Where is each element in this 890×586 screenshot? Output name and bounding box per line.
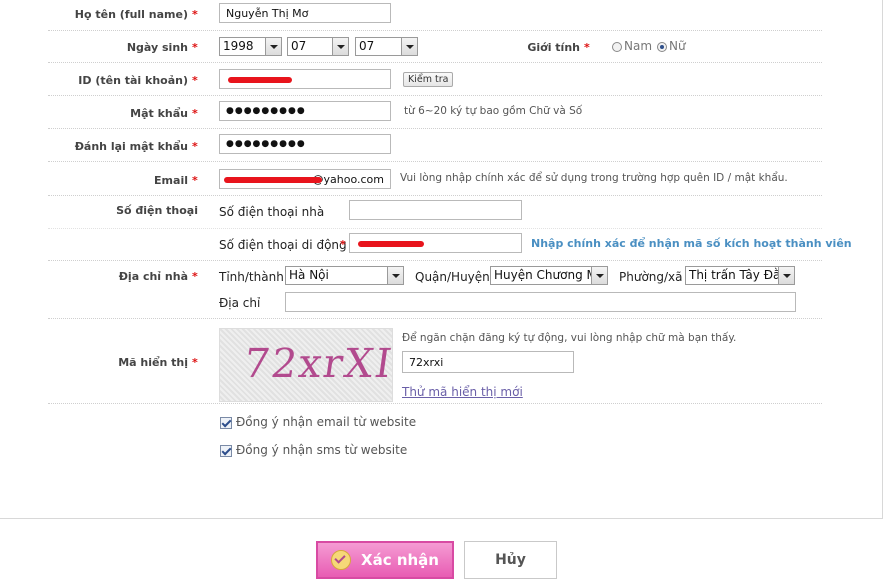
confirm-button[interactable]: Xác nhận	[316, 541, 454, 579]
captcha-hint: Để ngăn chặn đăng ký tự động, vui lòng n…	[402, 332, 737, 344]
confirm-button-label: Xác nhận	[361, 551, 439, 569]
check-id-button[interactable]: Kiểm tra	[403, 72, 454, 87]
street-address-input[interactable]	[285, 292, 796, 312]
birth-month-value: 07	[291, 39, 307, 53]
street-label: Địa chỉ	[219, 296, 261, 310]
consent-email-label: Đồng ý nhận email từ website	[236, 415, 417, 429]
password-hint: từ 6~20 ký tự bao gồm Chữ và Số	[404, 105, 583, 117]
district-value: Huyện Chương Mỹ	[494, 268, 604, 282]
home-phone-label: Số điện thoại nhà	[219, 205, 325, 219]
registration-form: Họ tên (full name) * Nguyễn Thị Mơ Ngày …	[0, 0, 883, 519]
password-confirm-input[interactable]: ●●●●●●●●●	[219, 134, 391, 154]
phone-label: Số điện thoại	[116, 204, 198, 217]
email-required-mark: *	[192, 174, 198, 187]
gender-female-label: Nữ	[669, 39, 686, 53]
birthday-required-mark: *	[192, 41, 198, 54]
gender-male-radio[interactable]	[612, 42, 622, 52]
password-confirm-label: Đánh lại mật khẩu	[74, 140, 188, 153]
email-hint: Vui lòng nhập chính xác để sử dụng trong…	[400, 172, 788, 184]
mobile-phone-label: Số điện thoại di động	[219, 238, 347, 252]
gender-label: Giới tính	[527, 41, 580, 54]
birth-day-select[interactable]: 07	[355, 37, 418, 56]
birth-year-value: 1998	[223, 39, 254, 53]
chevron-down-icon	[591, 267, 607, 284]
chevron-down-icon	[332, 38, 348, 55]
province-select[interactable]: Hà Nội	[285, 266, 404, 285]
chevron-down-icon	[387, 267, 403, 284]
gender-male-label: Nam	[624, 39, 653, 53]
redaction-mark	[358, 241, 424, 247]
chevron-down-icon	[265, 38, 281, 55]
chevron-down-icon	[401, 38, 417, 55]
account-id-label: ID (tên tài khoản)	[78, 74, 188, 87]
redaction-mark	[224, 177, 322, 183]
password-confirm-required-mark: *	[192, 140, 198, 153]
email-label: Email	[154, 174, 188, 187]
district-select[interactable]: Huyện Chương Mỹ	[490, 266, 608, 285]
divider	[48, 228, 822, 229]
password-label: Mật khẩu	[130, 107, 188, 120]
captcha-label: Mã hiển thị	[118, 356, 188, 369]
gender-required-mark: *	[584, 41, 590, 54]
mobile-phone-hint: Nhập chính xác để nhận mã số kích hoạt t…	[531, 237, 852, 250]
chevron-down-icon	[778, 267, 794, 284]
password-required-mark: *	[192, 107, 198, 120]
account-id-required-mark: *	[192, 74, 198, 87]
password-input[interactable]: ●●●●●●●●●	[219, 101, 391, 121]
address-label: Địa chỉ nhà	[118, 270, 188, 283]
consent-sms-checkbox[interactable]	[220, 445, 232, 457]
check-circle-icon	[331, 550, 352, 570]
ward-select[interactable]: Thị trấn Tây Đằng	[685, 266, 795, 285]
consent-email-checkbox[interactable]	[220, 417, 232, 429]
ward-label: Phường/xã	[619, 270, 683, 284]
redaction-mark	[228, 77, 292, 83]
province-label: Tỉnh/thành	[219, 270, 284, 284]
birth-day-value: 07	[359, 39, 375, 53]
captcha-image: 72xrXI	[219, 328, 393, 402]
gender-female-radio[interactable]	[657, 42, 667, 52]
captcha-image-text: 72xrXI	[240, 341, 393, 387]
fullname-required-mark: *	[192, 8, 198, 21]
birthday-label: Ngày sinh	[126, 41, 188, 54]
cancel-button-label: Hủy	[495, 552, 526, 568]
fullname-input[interactable]: Nguyễn Thị Mơ	[219, 3, 391, 23]
birth-month-select[interactable]: 07	[287, 37, 349, 56]
birth-year-select[interactable]: 1998	[219, 37, 282, 56]
captcha-input[interactable]: 72xrxi	[402, 351, 574, 373]
district-label: Quận/Huyện	[415, 270, 490, 284]
fullname-label: Họ tên (full name)	[74, 8, 188, 21]
cancel-button[interactable]: Hủy	[464, 541, 557, 579]
consent-sms-label: Đồng ý nhận sms từ website	[236, 443, 408, 457]
captcha-required-mark: *	[192, 356, 198, 369]
home-phone-input[interactable]	[349, 200, 522, 220]
captcha-refresh-link[interactable]: Thử mã hiển thị mới	[402, 385, 523, 399]
address-required-mark: *	[192, 270, 198, 283]
mobile-phone-required-mark: *	[340, 238, 346, 251]
province-value: Hà Nội	[289, 268, 329, 282]
